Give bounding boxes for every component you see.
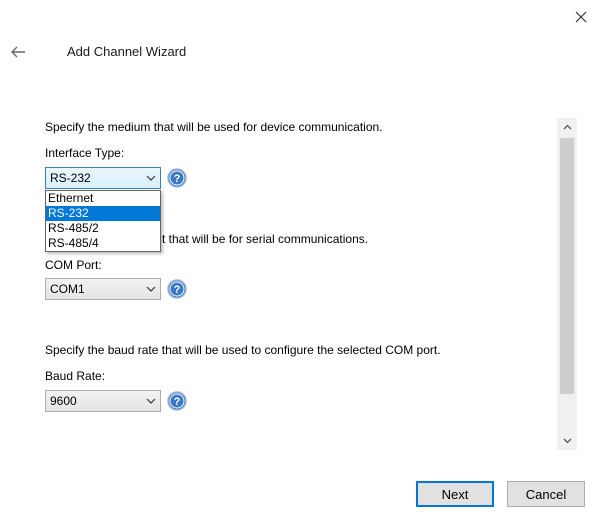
cancel-button[interactable]: Cancel	[507, 481, 585, 507]
close-icon	[575, 11, 587, 23]
back-button[interactable]	[6, 40, 30, 64]
com-port-description: t that will be for serial communications…	[162, 232, 369, 246]
baud-rate-select[interactable]: 9600	[45, 390, 161, 412]
baud-rate-value: 9600	[50, 394, 77, 408]
baud-rate-label: Baud Rate:	[45, 369, 106, 383]
com-port-select[interactable]: COM1	[45, 278, 161, 300]
help-icon[interactable]: ?	[167, 391, 187, 411]
chevron-down-icon	[142, 279, 160, 299]
svg-text:?: ?	[174, 284, 181, 296]
close-button[interactable]	[568, 4, 594, 30]
scrollbar-thumb[interactable]	[560, 138, 574, 394]
interface-description: Specify the medium that will be used for…	[45, 120, 383, 134]
scroll-up-button[interactable]	[557, 118, 577, 136]
svg-text:?: ?	[174, 173, 181, 185]
help-icon[interactable]: ?	[167, 168, 187, 188]
dropdown-option[interactable]: RS-485/2	[46, 221, 160, 236]
scroll-down-button[interactable]	[557, 432, 577, 450]
com-port-label: COM Port:	[45, 258, 102, 272]
chevron-down-icon	[563, 438, 571, 444]
chevron-down-icon	[142, 391, 160, 411]
help-icon[interactable]: ?	[167, 279, 187, 299]
interface-type-value: RS-232	[50, 171, 91, 185]
interface-type-dropdown: Ethernet RS-232 RS-485/2 RS-485/4	[45, 190, 161, 252]
dropdown-option[interactable]: RS-485/4	[46, 236, 160, 251]
dropdown-option[interactable]: RS-232	[46, 206, 160, 221]
svg-text:?: ?	[174, 396, 181, 408]
dropdown-option[interactable]: Ethernet	[46, 191, 160, 206]
page-title: Add Channel Wizard	[67, 44, 187, 59]
com-port-value: COM1	[50, 282, 85, 296]
vertical-scrollbar[interactable]	[557, 118, 577, 450]
interface-type-select[interactable]: RS-232	[45, 167, 161, 189]
arrow-left-icon	[11, 46, 25, 58]
baud-description: Specify the baud rate that will be used …	[45, 343, 441, 357]
chevron-up-icon	[563, 124, 571, 130]
next-button[interactable]: Next	[416, 481, 494, 507]
chevron-down-icon	[142, 168, 160, 188]
interface-type-label: Interface Type:	[45, 146, 125, 160]
